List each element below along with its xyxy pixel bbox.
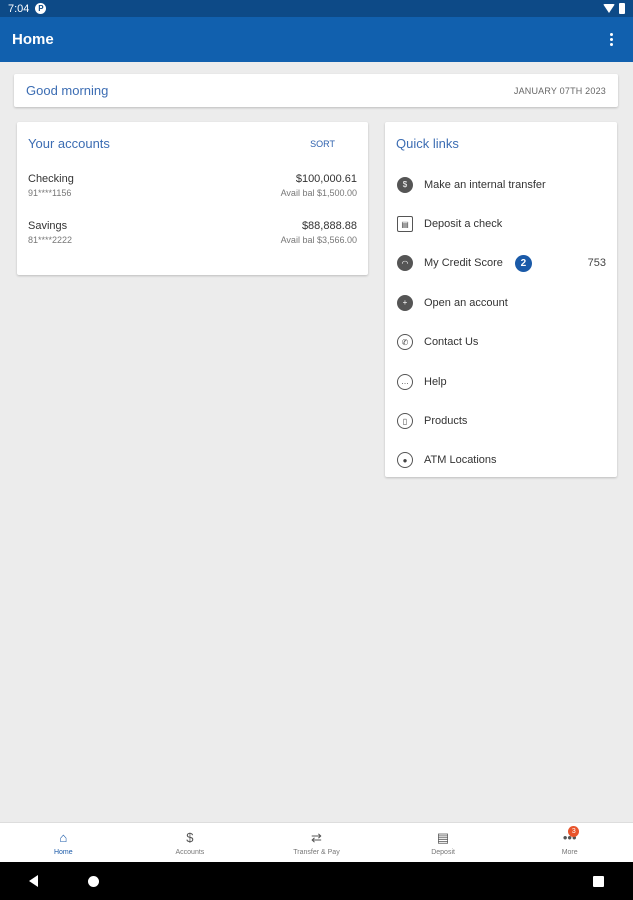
quick-link-help[interactable]: … Help	[396, 362, 606, 401]
deposit-icon: ▤	[436, 829, 450, 845]
notification-p-icon: P	[35, 3, 47, 14]
wifi-icon	[603, 4, 615, 13]
check-deposit-icon: ▤	[397, 216, 413, 233]
recents-icon[interactable]	[593, 875, 604, 887]
greeting-date: JANUARY 07TH 2023	[513, 85, 606, 96]
quick-link-label: ATM Locations	[424, 454, 497, 467]
nav-label: Home	[53, 848, 73, 856]
account-row-savings[interactable]: Savings 81****2222 $88,888.88 Avail bal …	[28, 220, 357, 245]
location-pin-icon: ●	[397, 452, 413, 469]
accounts-card: Your accounts SORT Checking 91****1156 $…	[17, 122, 368, 275]
chat-icon: …	[397, 373, 413, 390]
account-number: 91****1156	[28, 188, 72, 198]
bottom-nav: ⌂ Home $ Accounts ⇄ Transfer & Pay ▤ Dep…	[0, 822, 633, 862]
nav-label: Transfer & Pay	[293, 848, 340, 856]
accounts-header: Your accounts SORT	[28, 136, 357, 151]
overflow-menu-icon[interactable]	[601, 30, 621, 50]
account-name: Checking	[28, 173, 74, 185]
nav-label: Accounts	[175, 848, 205, 856]
products-icon: ▯	[397, 413, 413, 430]
more-badge: 3	[568, 826, 580, 837]
credit-score-badge: 2	[514, 254, 532, 272]
account-number: 81****2222	[28, 235, 73, 245]
account-available: Avail bal $1,500.00	[280, 188, 357, 198]
gauge-icon: ◠	[397, 255, 413, 272]
page-title: Home	[12, 31, 54, 48]
quick-link-label: Help	[424, 375, 447, 388]
quick-link-internal-transfer[interactable]: $ Make an internal transfer	[396, 165, 606, 204]
quick-link-label: My Credit Score	[424, 257, 503, 270]
nav-label: Deposit	[431, 848, 455, 856]
system-nav-bar	[0, 862, 633, 900]
accounts-title: Your accounts	[28, 136, 110, 151]
quick-link-atm-locations[interactable]: ● ATM Locations	[396, 441, 606, 480]
add-account-icon: +	[397, 294, 413, 311]
transfer-icon: $	[397, 176, 413, 193]
quick-link-open-account[interactable]: + Open an account	[396, 283, 606, 322]
quick-links-title: Quick links	[396, 136, 459, 151]
quick-link-contact-us[interactable]: ✆ Contact Us	[396, 323, 606, 362]
account-available: Avail bal $3,566.00	[280, 235, 357, 245]
account-name: Savings	[28, 220, 68, 232]
quick-link-label: Products	[424, 415, 468, 428]
account-balance: $88,888.88	[301, 220, 357, 232]
status-bar: 7:04 P	[0, 0, 633, 17]
quick-links-card: Quick links $ Make an internal transfer …	[385, 122, 617, 477]
account-balance: $100,000.61	[295, 173, 357, 185]
sort-button[interactable]: SORT	[310, 139, 335, 149]
quick-links-header: Quick links	[396, 136, 606, 151]
battery-icon	[619, 3, 625, 14]
transfer-pay-icon: ⇄	[311, 829, 322, 845]
status-time: 7:04	[8, 2, 30, 15]
nav-accounts[interactable]: $ Accounts	[127, 823, 254, 862]
quick-link-credit-score[interactable]: ◠ My Credit Score 2 753	[396, 244, 606, 283]
credit-score-value: 753	[587, 257, 606, 270]
quick-link-label: Deposit a check	[424, 218, 503, 231]
greeting-card: Good morning JANUARY 07TH 2023	[14, 74, 618, 107]
status-right	[603, 3, 625, 14]
dollar-icon: $	[186, 829, 194, 845]
nav-transfer-pay[interactable]: ⇄ Transfer & Pay	[253, 823, 380, 862]
phone-icon: ✆	[397, 334, 413, 351]
quick-links-list: $ Make an internal transfer ▤ Deposit a …	[396, 165, 606, 480]
back-icon[interactable]	[29, 875, 38, 887]
nav-label: More	[561, 848, 578, 856]
app-bar: Home	[0, 17, 633, 62]
nav-home[interactable]: ⌂ Home	[0, 823, 127, 862]
nav-deposit[interactable]: ▤ Deposit	[380, 823, 507, 862]
account-row-checking[interactable]: Checking 91****1156 $100,000.61 Avail ba…	[28, 173, 357, 198]
quick-link-deposit-check[interactable]: ▤ Deposit a check	[396, 204, 606, 243]
quick-link-products[interactable]: ▯ Products	[396, 401, 606, 440]
system-home-icon[interactable]	[88, 875, 99, 887]
quick-link-label: Open an account	[424, 296, 508, 309]
greeting-text: Good morning	[26, 83, 109, 98]
home-icon: ⌂	[59, 829, 68, 845]
quick-link-label: Make an internal transfer	[424, 178, 546, 191]
quick-link-label: Contact Us	[424, 336, 479, 349]
nav-more[interactable]: ••• 3 More	[506, 823, 633, 862]
